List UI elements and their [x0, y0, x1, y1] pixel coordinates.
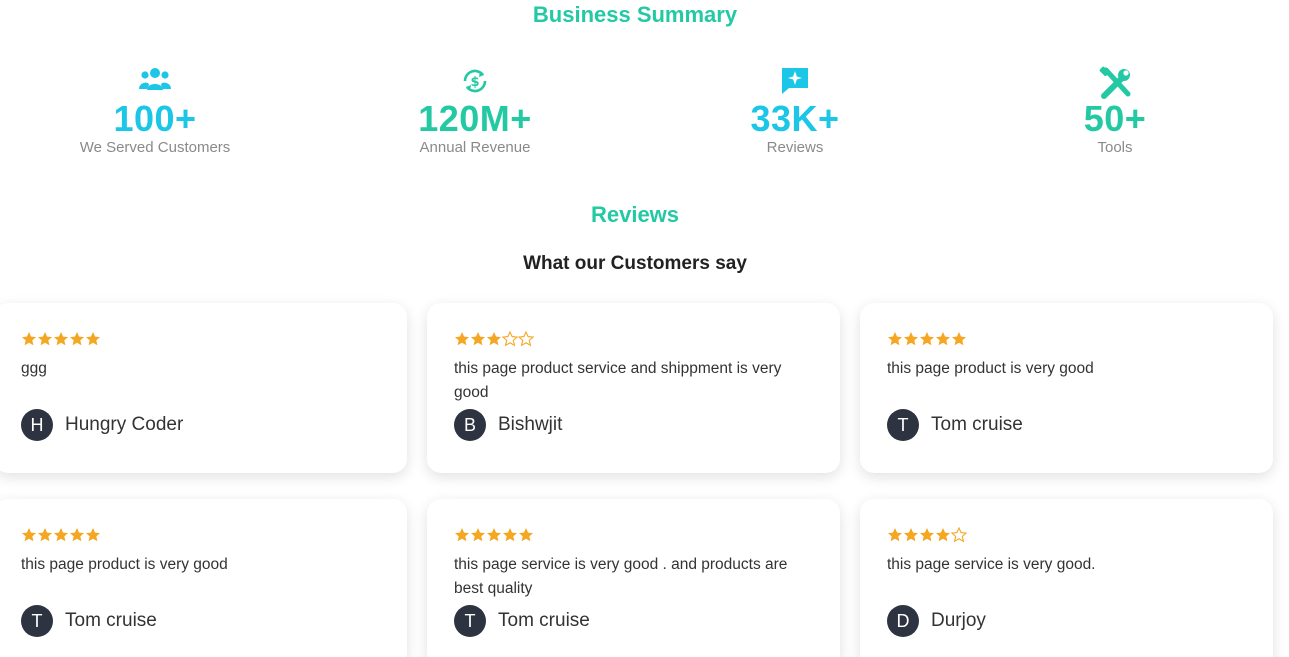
- star-filled-icon: [38, 528, 52, 542]
- star-filled-icon: [519, 528, 533, 542]
- star-empty-icon: [951, 527, 967, 543]
- star-filled-icon: [888, 332, 902, 346]
- star-filled-icon: [22, 528, 36, 542]
- stat-value: 100+: [113, 98, 197, 139]
- star-rating: [21, 331, 101, 349]
- business-summary-title: Business Summary: [532, 2, 738, 27]
- star-rating: [454, 331, 534, 349]
- review-author: T Tom cruise: [454, 605, 590, 637]
- star-filled-icon: [936, 528, 950, 542]
- reviews-title: Reviews: [590, 202, 680, 227]
- star-filled-icon: [70, 332, 84, 346]
- stat-value: 120M+: [418, 98, 532, 139]
- review-card: this page product is very good T Tom cru…: [0, 499, 407, 657]
- star-filled-icon: [455, 332, 469, 346]
- review-text: this page service is very good . and pro…: [454, 556, 788, 597]
- star-filled-icon: [487, 332, 501, 346]
- star-filled-icon: [54, 528, 68, 542]
- star-filled-icon: [70, 528, 84, 542]
- star-rating: [21, 527, 101, 545]
- star-filled-icon: [904, 528, 918, 542]
- reviews-subtitle: What our Customers say: [523, 253, 747, 274]
- stat-customers: 100+ We Served Customers: [35, 66, 275, 156]
- star-filled-icon: [471, 332, 485, 346]
- page: Business Summary 100+ We Served Customer…: [0, 0, 1289, 657]
- tools-icon: [995, 66, 1235, 99]
- review-text: this page service is very good.: [887, 556, 1096, 573]
- stat-value: 50+: [1083, 98, 1147, 139]
- star-rating: [887, 527, 967, 545]
- star-filled-icon: [503, 528, 517, 542]
- star-filled-icon: [455, 528, 469, 542]
- review-text: this page product service and shippment …: [454, 360, 782, 401]
- review-text: ggg: [21, 360, 47, 377]
- author-name: Bishwjit: [498, 414, 563, 435]
- star-rating: [454, 527, 534, 545]
- star-filled-icon: [952, 332, 966, 346]
- author-name: Tom cruise: [498, 610, 590, 631]
- author-name: Durjoy: [931, 610, 986, 631]
- avatar: T: [21, 605, 53, 637]
- review-card: ggg H Hungry Coder: [0, 303, 407, 473]
- avatar: T: [887, 409, 919, 441]
- star-filled-icon: [936, 332, 950, 346]
- star-empty-icon: [502, 331, 518, 347]
- star-filled-icon: [38, 332, 52, 346]
- stat-tools: 50+ Tools: [995, 66, 1235, 156]
- users-icon: [35, 66, 275, 98]
- review-author: T Tom cruise: [887, 409, 1023, 441]
- star-filled-icon: [920, 528, 934, 542]
- avatar: T: [454, 605, 486, 637]
- author-name: Tom cruise: [65, 610, 157, 631]
- review-card: this page product is very good T Tom cru…: [860, 303, 1273, 473]
- stat-revenue: $ 120M+ Annual Revenue: [355, 66, 595, 156]
- review-text: this page product is very good: [21, 556, 228, 573]
- review-author: D Durjoy: [887, 605, 986, 637]
- review-card: this page service is very good . and pro…: [427, 499, 840, 657]
- star-filled-icon: [888, 528, 902, 542]
- stat-label: We Served Customers: [79, 139, 231, 156]
- star-empty-icon: [518, 331, 534, 347]
- avatar: D: [887, 605, 919, 637]
- stat-label: Annual Revenue: [419, 139, 531, 156]
- stat-reviews: 33K+ Reviews: [675, 66, 915, 156]
- dollar-cycle-icon: $: [355, 66, 595, 98]
- stat-value: 33K+: [750, 98, 840, 139]
- star-filled-icon: [920, 332, 934, 346]
- author-name: Tom cruise: [931, 414, 1023, 435]
- star-filled-icon: [86, 332, 100, 346]
- star-filled-icon: [471, 528, 485, 542]
- review-author: B Bishwjit: [454, 409, 562, 441]
- svg-text:$: $: [470, 75, 479, 90]
- star-filled-icon: [86, 528, 100, 542]
- star-filled-icon: [904, 332, 918, 346]
- star-filled-icon: [54, 332, 68, 346]
- review-author: H Hungry Coder: [21, 409, 183, 441]
- avatar: B: [454, 409, 486, 441]
- star-filled-icon: [487, 528, 501, 542]
- review-text: this page product is very good: [887, 360, 1094, 377]
- review-author: T Tom cruise: [21, 605, 157, 637]
- review-card: this page service is very good. D Durjoy: [860, 499, 1273, 657]
- stat-label: Tools: [1097, 139, 1133, 156]
- chat-sparkle-icon: [675, 66, 915, 98]
- review-card: this page product service and shippment …: [427, 303, 840, 473]
- author-name: Hungry Coder: [65, 414, 184, 435]
- stat-label: Reviews: [766, 139, 824, 156]
- star-rating: [887, 331, 967, 349]
- avatar: H: [21, 409, 53, 441]
- star-filled-icon: [22, 332, 36, 346]
